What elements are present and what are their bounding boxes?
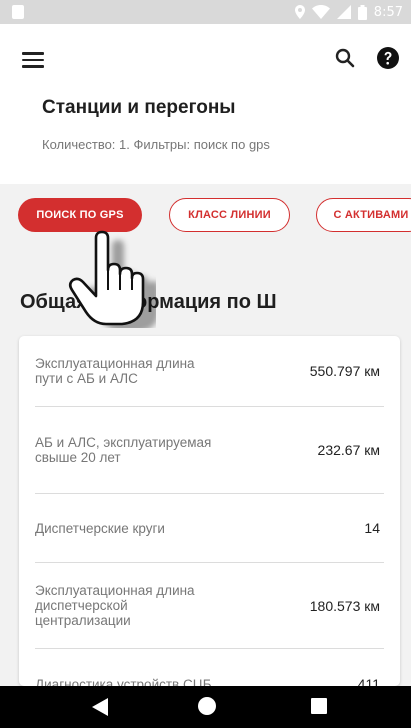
sim-card-icon [12, 5, 24, 19]
battery-icon [357, 4, 367, 20]
info-value: 411 [357, 676, 380, 686]
status-bar: 8:57 [0, 0, 411, 24]
location-icon [294, 5, 305, 19]
info-row: Эксплуатационная длина пути с АБ и АЛС 5… [35, 336, 384, 407]
signal-icon [336, 5, 351, 19]
filter-summary: Количество: 1. Фильтры: поиск по gps [42, 137, 270, 152]
info-row: АБ и АЛС, эксплуатируемая свыше 20 лет 2… [35, 407, 384, 494]
toolbar [0, 24, 411, 92]
page-title: Станции и перегоны [42, 97, 236, 118]
info-value: 14 [364, 520, 380, 536]
info-row: Эксплуатационная длина диспетчерской цен… [35, 563, 384, 649]
search-icon[interactable] [333, 46, 357, 70]
menu-icon[interactable] [22, 52, 44, 68]
info-row: Диагностика устройств СЦБ 411 [35, 649, 384, 686]
wifi-icon [311, 5, 330, 19]
back-icon[interactable] [92, 698, 108, 716]
info-label: Диспетчерские круги [35, 520, 165, 536]
chip-with-assets[interactable]: С АКТИВАМИ [316, 198, 411, 232]
info-label: АБ и АЛС, эксплуатируемая свыше 20 лет [35, 435, 212, 465]
info-label: Эксплуатационная длина диспетчерской цен… [35, 583, 195, 628]
info-value: 180.573 км [309, 597, 380, 614]
section-title: Общая информация по Ш [20, 291, 277, 313]
info-row: Диспетчерские круги 14 [35, 494, 384, 563]
status-icons: 8:57 [294, 4, 403, 20]
app-header: Станции и перегоны Количество: 1. Фильтр… [0, 24, 411, 184]
home-icon[interactable] [198, 697, 216, 715]
info-value: 550.797 км [309, 363, 380, 379]
info-label: Эксплуатационная длина пути с АБ и АЛС [35, 356, 195, 386]
info-card: Эксплуатационная длина пути с АБ и АЛС 5… [19, 336, 400, 686]
nav-bar [0, 686, 411, 728]
status-time: 8:57 [373, 4, 403, 20]
chip-line-class[interactable]: КЛАСС ЛИНИИ [169, 198, 290, 232]
filter-chips: ПОИСК ПО GPS КЛАСС ЛИНИИ С АКТИВАМИ [0, 198, 411, 234]
recents-icon[interactable] [311, 698, 327, 714]
chip-gps-search[interactable]: ПОИСК ПО GPS [18, 198, 142, 232]
info-label: Диагностика устройств СЦБ [35, 676, 212, 687]
help-icon[interactable] [376, 46, 400, 70]
info-value: 232.67 км [317, 442, 380, 458]
